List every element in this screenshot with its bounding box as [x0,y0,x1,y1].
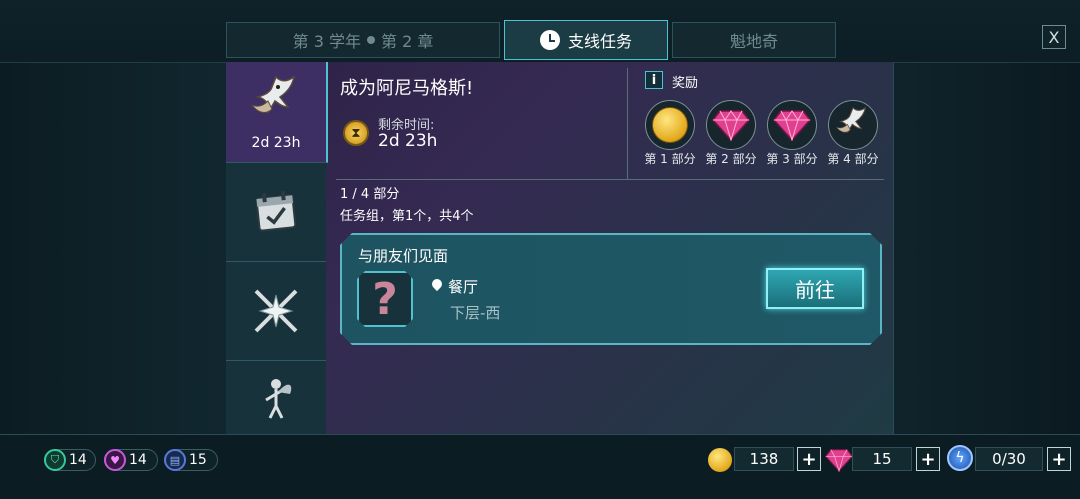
tab-side-quests-label: 支线任务 [567,32,632,51]
task-title: 与朋友们见面 [358,247,449,265]
close-button[interactable]: X [1042,25,1066,49]
shield-icon: ⛉ [44,449,66,471]
sidebar-item-animagus[interactable]: 2d 23h [226,62,328,163]
pixie-icon [265,378,292,419]
tab-quidditch[interactable]: 魁地奇 [672,22,836,58]
sidebar-item-creature[interactable] [226,361,326,434]
tab-year-label: 第 3 学年 [292,32,361,51]
empathy-stat[interactable]: ♥ 14 [104,449,158,471]
gem-icon [712,110,750,141]
tab-chapter-label: 第 2 章 [381,32,434,51]
coin-count: 138 [734,447,794,471]
heart-icon: ♥ [104,449,126,471]
info-icon[interactable]: i [645,71,663,89]
tab-side-quests[interactable]: 支线任务 [504,20,668,60]
quest-title: 成为阿尼马格斯! [340,78,474,99]
separator-dot-icon [367,36,375,44]
gem-icon [773,110,811,141]
book-icon: ▤ [164,449,186,471]
reward-part-1-label: 第 1 部分 [644,152,696,166]
knowledge-value: 15 [189,452,207,468]
add-gems-button[interactable]: + [916,447,940,471]
add-energy-button[interactable]: + [1047,447,1071,471]
crossed-wands-icon [254,289,298,333]
clock-icon [539,30,560,50]
gem-icon [825,449,853,472]
tab-year-chapter[interactable]: 第 3 学年 第 2 章 [226,22,500,58]
owl-icon [836,106,867,133]
reward-part-1[interactable] [645,100,695,150]
sidebar-item-calendar[interactable] [226,163,326,262]
rewards-label: 奖励 [672,76,699,91]
tab-quidditch-label: 魁地奇 [729,32,778,51]
divider [627,68,628,180]
courage-stat[interactable]: ⛉ 14 [44,449,96,471]
empathy-value: 14 [129,452,147,468]
time-remaining-value: 2d 23h [378,131,438,151]
task-sublocation: 下层-西 [450,304,501,322]
mystery-question-icon: ? [357,271,413,327]
courage-value: 14 [69,452,87,468]
divider [336,179,884,180]
reward-part-4[interactable] [828,100,878,150]
gem-count: 15 [852,447,912,471]
reward-part-2-label: 第 2 部分 [705,152,757,166]
parts-progress: 1 / 4 部分 [340,187,400,202]
hourglass-icon: ⧗ [343,120,369,146]
quest-sidebar: 2d 23h [226,62,328,434]
background-left [0,0,228,498]
reward-part-4-label: 第 4 部分 [827,152,879,166]
calendar-check-icon [255,190,297,232]
reward-part-3-label: 第 3 部分 [766,152,818,166]
reward-part-3[interactable] [767,100,817,150]
reward-part-2[interactable] [706,100,756,150]
eagle-owl-icon [251,75,296,114]
coin-icon [652,107,688,143]
energy-bolt-icon: ϟ [947,445,973,471]
coin-icon [708,448,732,472]
task-location: 餐厅 [448,278,479,296]
energy-count: 0/30 [975,447,1043,471]
knowledge-stat[interactable]: ▤ 15 [164,449,218,471]
quest-group-progress: 任务组，第1个，共4个 [340,209,474,224]
background-right [892,0,1080,498]
add-coins-button[interactable]: + [797,447,821,471]
go-button[interactable]: 前往 [766,268,864,309]
sidebar-time-label: 2d 23h [251,135,301,151]
sidebar-item-duel[interactable] [226,262,326,361]
